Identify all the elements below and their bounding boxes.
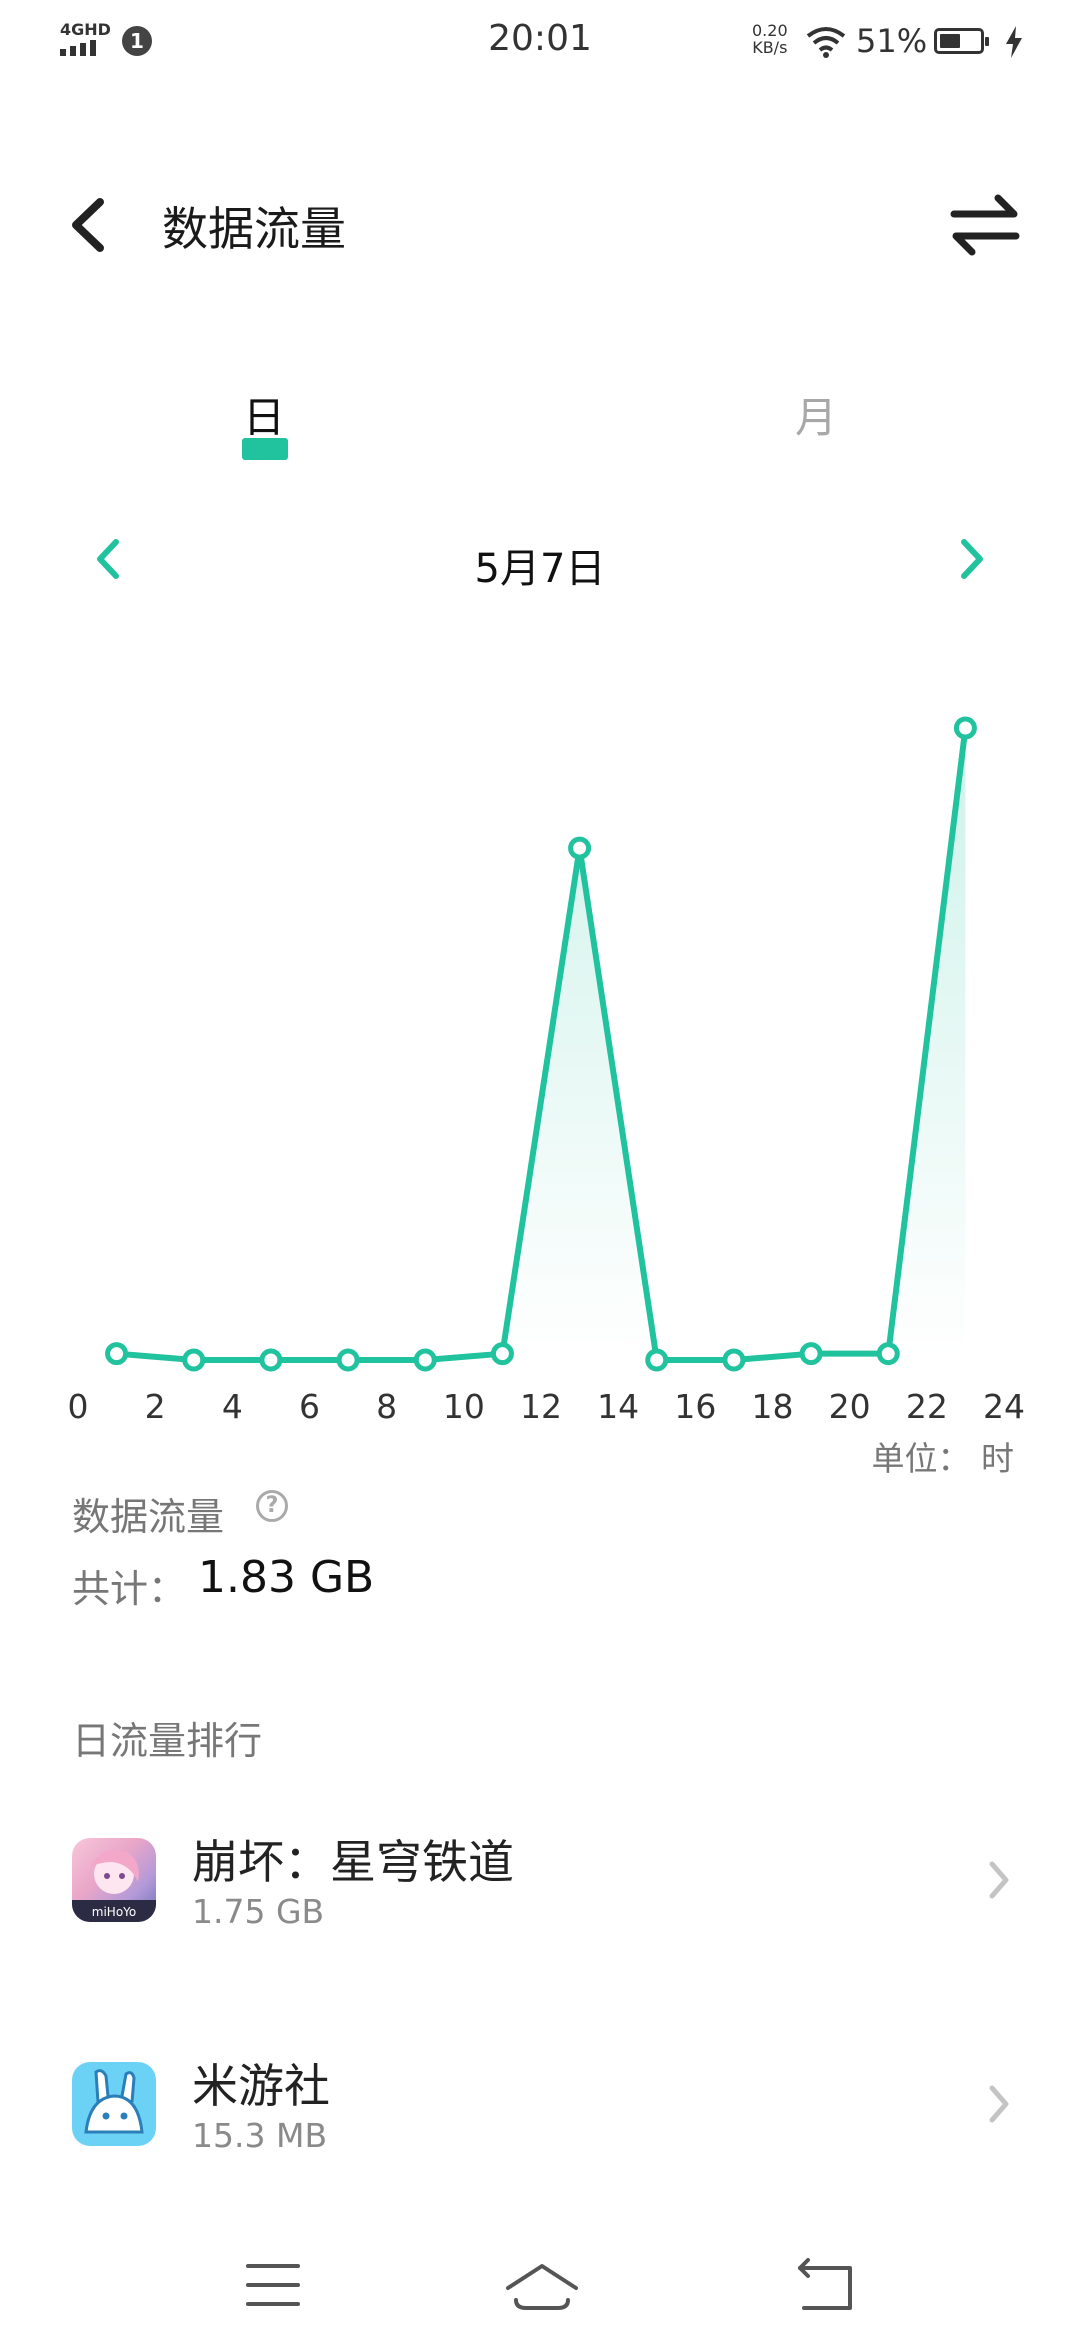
swap-button[interactable] [948, 190, 1022, 260]
navigation-bar [246, 2258, 852, 2310]
x-tick-label: 16 [674, 1387, 716, 1426]
chart-point [645, 1348, 669, 1372]
chart-point [953, 716, 977, 740]
x-tick-label: 20 [829, 1387, 871, 1426]
chart-point [799, 1342, 823, 1366]
miyoushe-app-icon [72, 2062, 156, 2146]
x-tick-label: 8 [376, 1387, 397, 1426]
help-icon[interactable]: ? [256, 1490, 288, 1522]
battery-icon [934, 28, 989, 54]
date-label: 5月7日 [474, 546, 606, 592]
x-tick-label: 24 [983, 1387, 1025, 1426]
x-tick-label: 2 [145, 1387, 166, 1426]
chevron-right-icon [989, 2085, 1009, 2123]
back-icon[interactable] [798, 2258, 852, 2310]
tab-month[interactable]: 月 [756, 384, 876, 445]
wifi-icon [806, 27, 846, 58]
menu-icon[interactable] [246, 2264, 300, 2306]
x-tick-label: 12 [520, 1387, 562, 1426]
x-tick-label: 18 [752, 1387, 794, 1426]
chevron-left-icon [97, 539, 119, 579]
total-value: 1.83 GB [198, 1552, 375, 1603]
charging-icon [1006, 26, 1022, 58]
total-label: 共计： [72, 1567, 187, 1611]
app-size: 1.75 GB [192, 1892, 325, 1931]
list-item-app-honkai[interactable]: miHoYo 崩坏：星穹铁道 1.75 GB [0, 1780, 1080, 1980]
app-icon-brand-text: miHoYo [92, 1905, 136, 1919]
chart-area-fill [116, 728, 966, 1360]
chart-point [413, 1348, 437, 1372]
x-tick-label: 6 [299, 1387, 320, 1426]
chevron-left-icon [72, 198, 104, 252]
summary-title: 数据流量 [72, 1495, 225, 1539]
x-tick-label: 10 [443, 1387, 485, 1426]
network-speed: 0.20 KB/s [752, 21, 788, 57]
app-name: 崩坏：星穹铁道 [192, 1835, 514, 1889]
page-title: 数据流量 [162, 202, 346, 256]
chart-unit-label: 单位： 时 [871, 1439, 1015, 1478]
chart-point [105, 1342, 129, 1366]
battery-percent: 51% [856, 22, 928, 60]
ranking-title: 日流量排行 [72, 1719, 263, 1763]
chart-point [182, 1348, 206, 1372]
swap-icon [950, 194, 1020, 256]
traffic-chart: 0 2 4 6 8 10 12 14 16 18 20 22 24 [68, 716, 1025, 1426]
honkai-star-rail-app-icon: miHoYo [72, 1838, 156, 1922]
chevron-right-icon [961, 539, 983, 579]
x-tick-label: 0 [68, 1387, 89, 1426]
chart-point [490, 1342, 514, 1366]
tab-day[interactable]: 日 [204, 384, 324, 445]
back-button[interactable] [60, 190, 120, 260]
tab-indicator [242, 438, 288, 460]
home-icon[interactable] [506, 2264, 578, 2310]
chart-point [568, 836, 592, 860]
chevron-right-icon [989, 1861, 1009, 1899]
status-bar: 4GHD 1 20:01 0.20 KB/s 51% [0, 0, 1080, 84]
chart-point [336, 1348, 360, 1372]
x-tick-label: 22 [906, 1387, 948, 1426]
prev-date-button[interactable] [88, 534, 128, 584]
x-tick-label: 4 [222, 1387, 243, 1426]
chart-point [722, 1348, 746, 1372]
x-tick-label: 14 [597, 1387, 639, 1426]
chart-point [876, 1342, 900, 1366]
next-date-button[interactable] [952, 534, 992, 584]
app-size: 15.3 MB [192, 2116, 328, 2155]
chart-point [259, 1348, 283, 1372]
app-name: 米游社 [192, 2059, 330, 2113]
list-item-app-miyoushe[interactable]: 米游社 15.3 MB [0, 2004, 1080, 2204]
